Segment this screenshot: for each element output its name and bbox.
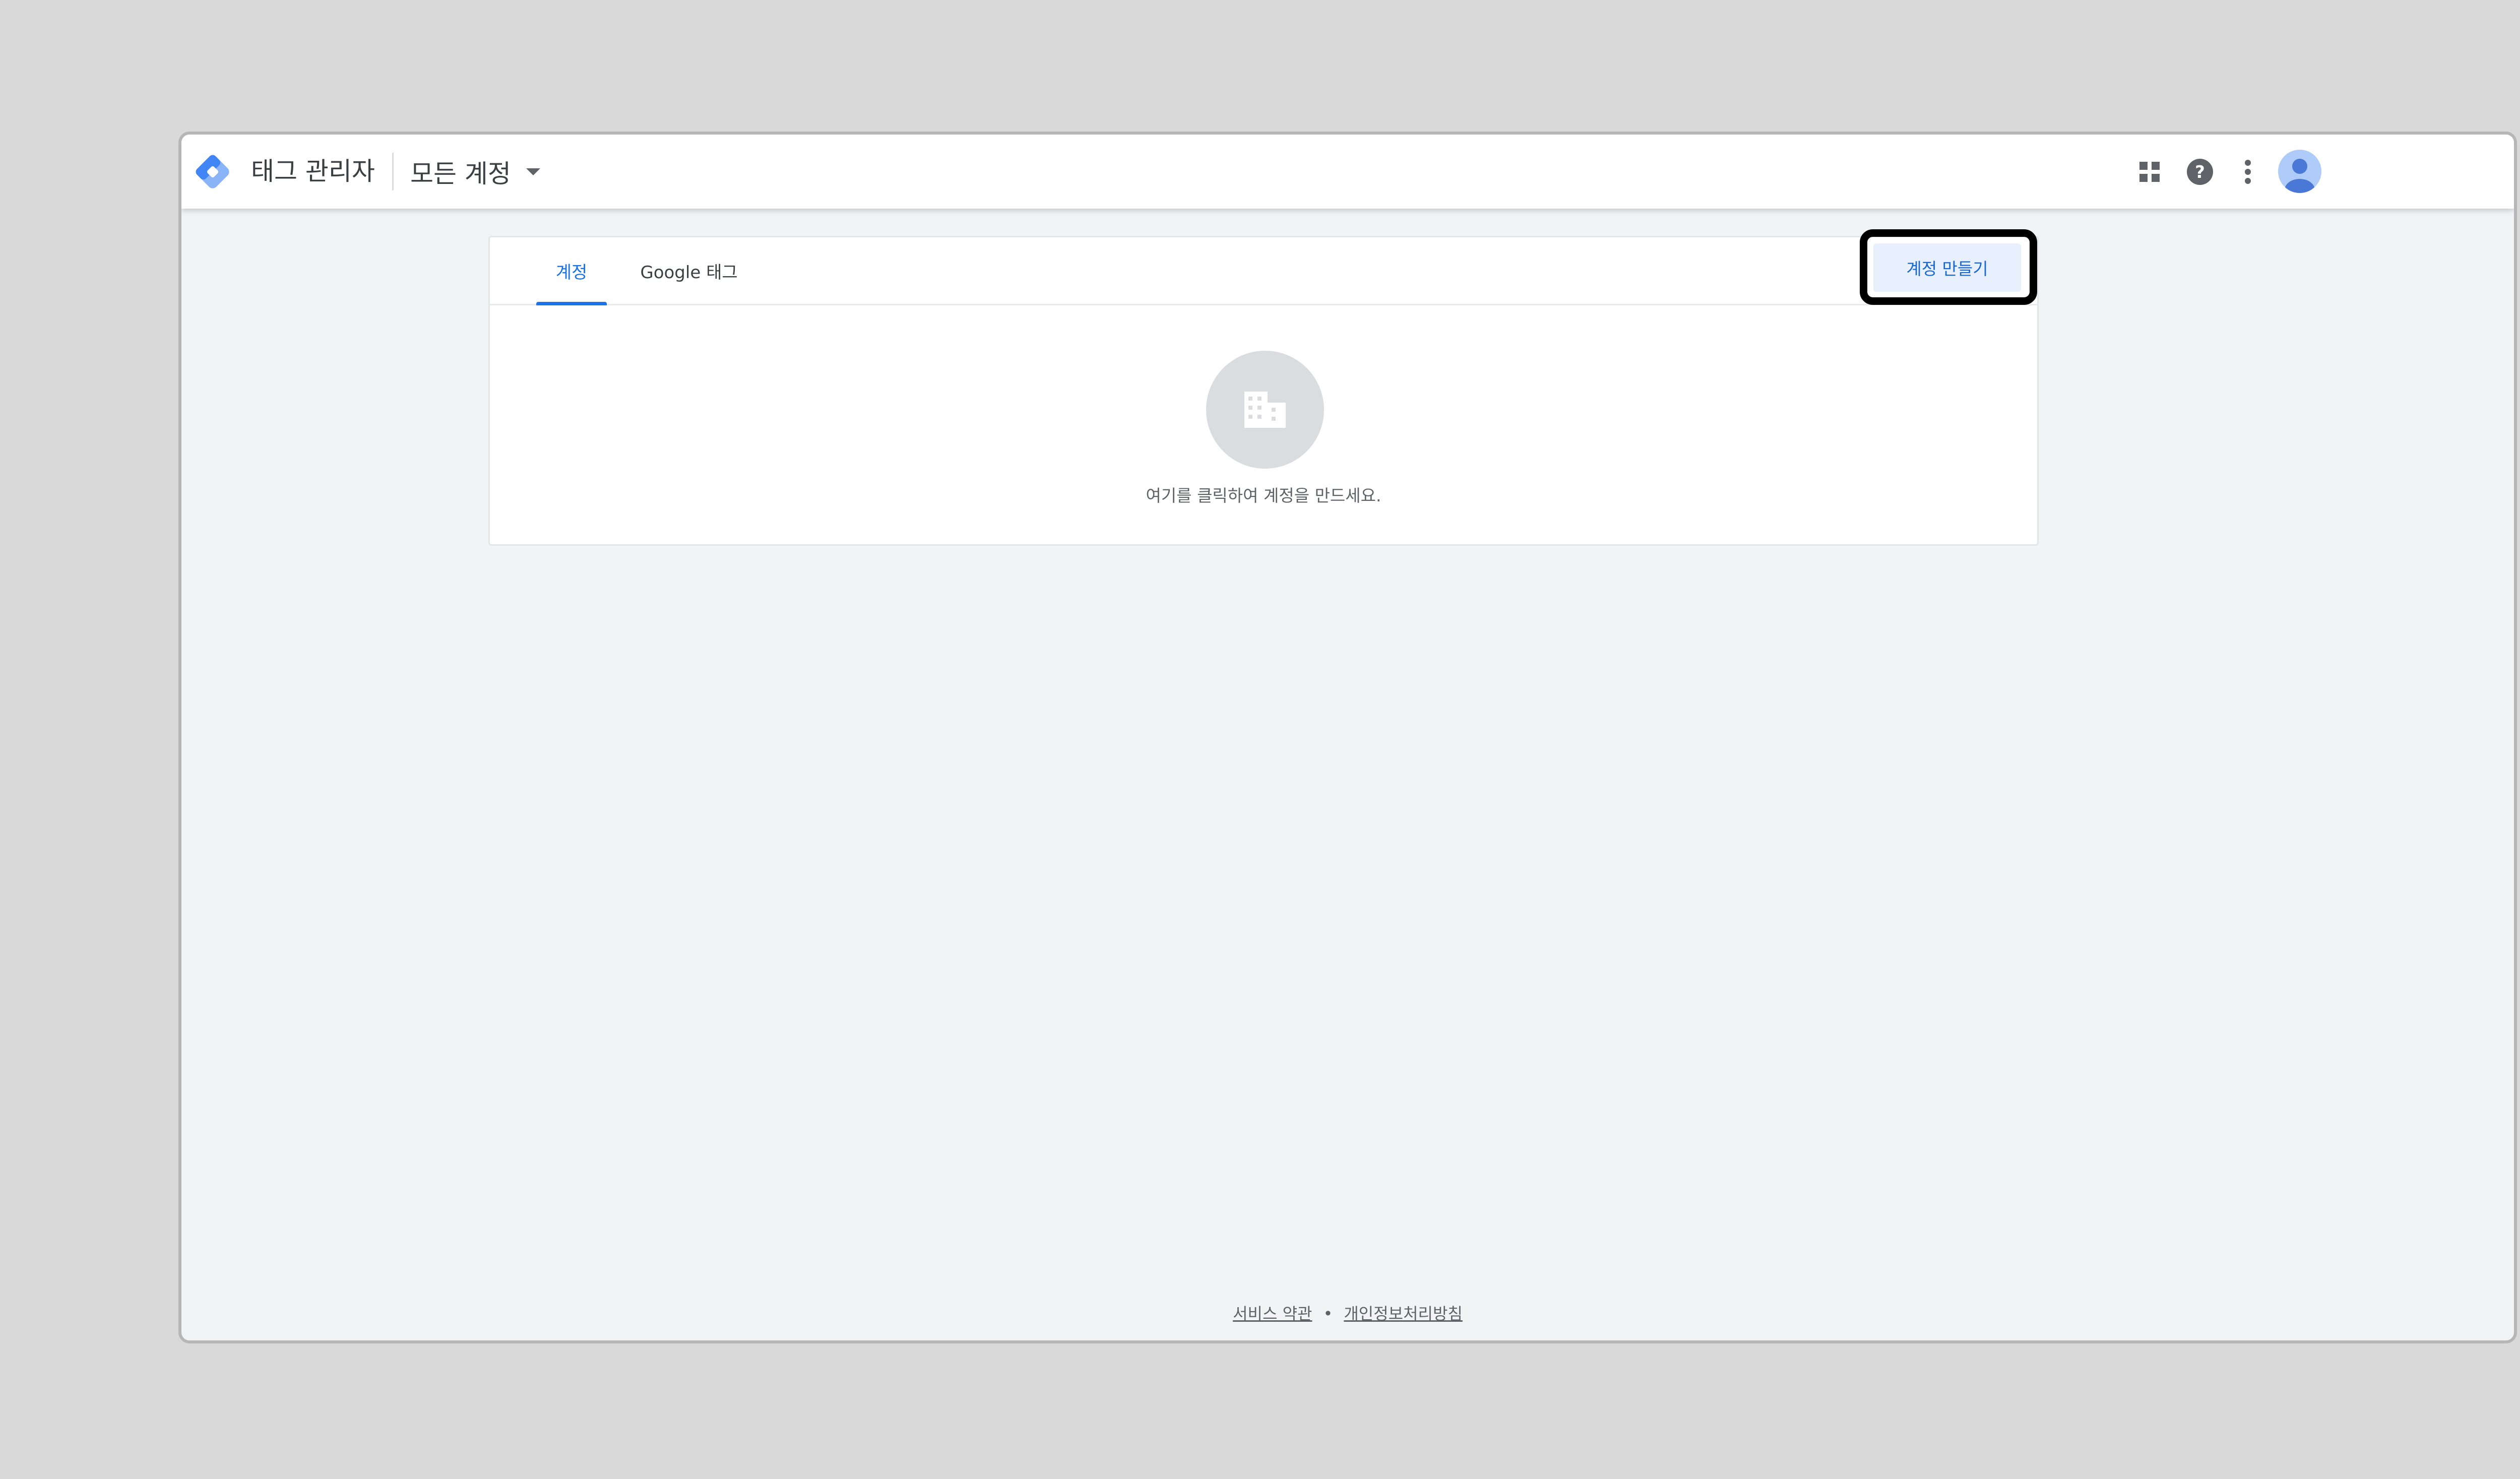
help-icon[interactable]: ? [2182, 154, 2218, 189]
avatar-icon[interactable] [2278, 150, 2321, 193]
browser-window: 태그 관리자 모든 계정 ? 계정 Google 태그 여기를 클릭하여 계정을… [178, 132, 2517, 1343]
account-switcher-label: 모든 계정 [410, 159, 511, 188]
tab-google-tags[interactable]: Google 태그 [636, 237, 742, 304]
footer: 서비스 약관 • 개인정보처리방침 [181, 1301, 2514, 1324]
tag-manager-logo-icon[interactable] [193, 152, 233, 192]
tab-bar: 계정 Google 태그 [490, 237, 2037, 305]
footer-separator: • [1323, 1304, 1333, 1323]
account-switcher[interactable]: 모든 계정 [410, 152, 540, 192]
create-account-button[interactable]: 계정 만들기 [1873, 243, 2021, 292]
tab-accounts[interactable]: 계정 [536, 237, 607, 305]
app-title[interactable]: 태그 관리자 [251, 154, 375, 189]
more-vert-icon[interactable] [2230, 154, 2265, 189]
terms-of-service-link[interactable]: 서비스 약관 [1233, 1304, 1312, 1323]
dropdown-caret-icon [526, 168, 540, 175]
empty-state-icon[interactable] [1206, 351, 1324, 469]
accounts-card: 계정 Google 태그 여기를 클릭하여 계정을 만드세요. [488, 236, 2039, 546]
building-icon [1244, 392, 1286, 428]
svg-text:?: ? [2195, 162, 2205, 182]
top-app-bar: 태그 관리자 모든 계정 ? [181, 135, 2514, 209]
empty-state-message[interactable]: 여기를 클릭하여 계정을 만드세요. [490, 482, 2037, 506]
privacy-policy-link[interactable]: 개인정보처리방침 [1344, 1304, 1463, 1323]
apps-grid-icon[interactable] [2132, 154, 2167, 189]
header-divider [392, 153, 394, 190]
